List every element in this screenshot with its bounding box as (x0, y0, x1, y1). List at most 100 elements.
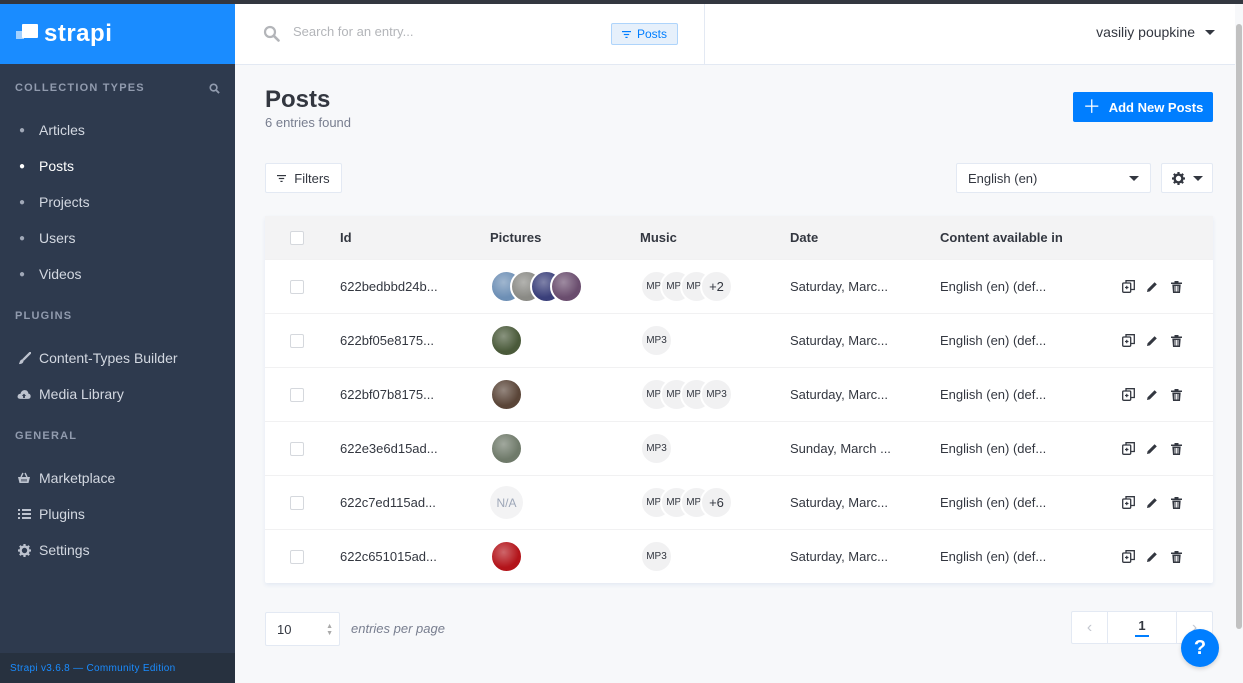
pencil-icon[interactable] (1145, 334, 1159, 348)
add-new-posts-button[interactable]: ＋ Add New Posts (1073, 92, 1213, 122)
row-checkbox[interactable] (290, 549, 304, 564)
bullet-icon: ● (19, 160, 26, 172)
pencil-icon[interactable] (1145, 280, 1159, 294)
gear-icon (15, 543, 33, 557)
section-title: PLUGINS (15, 310, 73, 322)
pencil-icon[interactable] (1145, 496, 1159, 510)
gear-icon (1171, 171, 1185, 185)
duplicate-icon[interactable] (1121, 280, 1135, 294)
paint-brush-icon (15, 351, 33, 365)
picture-thumbnail (490, 432, 523, 465)
table-row[interactable]: 622bedbbd24b... MP3 MP3 MP3 +2 Saturday, Ma… (265, 259, 1213, 313)
pictures-cell: N/A (490, 486, 640, 519)
music-cell: MP3 (640, 540, 790, 573)
entry-locales: English (en) (def... (940, 549, 1047, 564)
search-filter-tag[interactable]: Posts (611, 23, 679, 45)
user-menu[interactable]: vasiliy poupkine (1096, 24, 1215, 40)
column-header-music: Music (640, 230, 677, 245)
music-cell: MP3 MP3 MP3 MP3 (640, 378, 790, 411)
page-size-select[interactable]: 10 ▲ ▼ (265, 612, 340, 646)
brand-name: strapi (44, 20, 113, 47)
entry-id: 622bf05e8175... (340, 333, 434, 348)
sidebar-item-projects[interactable]: ● Projects (0, 184, 235, 220)
pictures-cell (490, 432, 640, 465)
duplicate-icon[interactable] (1121, 442, 1135, 456)
previous-page-button[interactable]: ‹ (1072, 612, 1108, 643)
trash-icon[interactable] (1169, 388, 1183, 402)
trash-icon[interactable] (1169, 550, 1183, 564)
row-checkbox[interactable] (290, 441, 304, 456)
trash-icon[interactable] (1169, 442, 1183, 456)
pencil-icon[interactable] (1145, 442, 1159, 456)
sidebar-item-articles[interactable]: ● Articles (0, 112, 235, 148)
sidebar-section-general: GENERAL Marketplace Plugins Settings (0, 412, 235, 568)
pictures-cell (490, 324, 640, 357)
sidebar-item-settings[interactable]: Settings (0, 532, 235, 568)
brand-logo[interactable]: strapi (0, 4, 235, 64)
select-all-checkbox[interactable] (290, 230, 304, 245)
trash-icon[interactable] (1169, 496, 1183, 510)
picture-thumbnail (490, 540, 523, 573)
version-footer[interactable]: Strapi v3.6.8 — Community Edition (0, 653, 235, 683)
music-cell: MP3 (640, 432, 790, 465)
filters-label: Filters (294, 170, 330, 186)
column-header-id[interactable]: Id (340, 230, 490, 245)
table-row[interactable]: 622e3e6d15ad... MP3 Sunday, March ... En… (265, 421, 1213, 475)
trash-icon[interactable] (1169, 280, 1183, 294)
duplicate-icon[interactable] (1121, 496, 1135, 510)
filters-button[interactable]: Filters (265, 163, 342, 193)
sidebar: strapi COLLECTION TYPES ● Articles ● Posts… (0, 4, 235, 683)
trash-icon[interactable] (1169, 334, 1183, 348)
pencil-icon[interactable] (1145, 550, 1159, 564)
section-title: COLLECTION TYPES (15, 82, 145, 94)
scrollbar-thumb[interactable] (1236, 24, 1242, 629)
sidebar-item-users[interactable]: ● Users (0, 220, 235, 256)
list-icon (15, 508, 33, 520)
search-input[interactable] (293, 24, 593, 39)
table-body: 622bedbbd24b... MP3 MP3 MP3 +2 Saturday, Ma… (265, 259, 1213, 583)
duplicate-icon[interactable] (1121, 334, 1135, 348)
table-row[interactable]: 622bf05e8175... MP3 Saturday, Marc... En… (265, 313, 1213, 367)
search-icon[interactable] (209, 82, 220, 94)
list-settings-button[interactable] (1161, 163, 1213, 193)
row-checkbox[interactable] (290, 387, 304, 402)
section-title: GENERAL (15, 430, 78, 442)
sidebar-item-media-library[interactable]: Media Library (0, 376, 235, 412)
bullet-icon: ● (19, 232, 26, 244)
table-row[interactable]: 622bf07b8175... MP3 MP3 MP3 MP3 Saturday, M… (265, 367, 1213, 421)
sidebar-item-marketplace[interactable]: Marketplace (0, 460, 235, 496)
help-button[interactable]: ? (1181, 629, 1219, 667)
sidebar-item-posts[interactable]: ● Posts (0, 148, 235, 184)
duplicate-icon[interactable] (1121, 550, 1135, 564)
table-row[interactable]: 622c651015ad... MP3 Saturday, Marc... En… (265, 529, 1213, 583)
no-picture-placeholder: N/A (490, 486, 523, 519)
sidebar-item-videos[interactable]: ● Videos (0, 256, 235, 292)
page-scrollbar[interactable] (1235, 4, 1243, 683)
duplicate-icon[interactable] (1121, 388, 1135, 402)
entry-date: Sunday, March ... (790, 441, 891, 456)
music-file-chip: MP3 (640, 324, 673, 357)
column-header-date[interactable]: Date (790, 230, 940, 245)
filter-icon (277, 174, 287, 182)
sidebar-section-plugins: PLUGINS Content-Types Builder Media Libr… (0, 292, 235, 412)
entry-locales: English (en) (def... (940, 333, 1047, 348)
row-checkbox[interactable] (290, 279, 304, 294)
row-checkbox[interactable] (290, 333, 304, 348)
sidebar-item-label: Users (39, 230, 76, 246)
table-row[interactable]: 622c7ed115ad... N/A MP3 MP3 MP3 +6 Saturday… (265, 475, 1213, 529)
music-file-chip: MP3 (640, 432, 673, 465)
sidebar-item-content-types-builder[interactable]: Content-Types Builder (0, 340, 235, 376)
entry-locales: English (en) (def... (940, 495, 1047, 510)
pencil-icon[interactable] (1145, 388, 1159, 402)
music-file-chip: MP3 (700, 378, 733, 411)
cloud-upload-icon (15, 389, 33, 400)
sidebar-item-plugins[interactable]: Plugins (0, 496, 235, 532)
basket-icon (15, 472, 33, 484)
top-header: Posts vasiliy poupkine (235, 4, 1243, 65)
picture-thumbnail (550, 270, 583, 303)
locale-select[interactable]: English (en) (956, 163, 1151, 193)
row-checkbox[interactable] (290, 495, 304, 510)
page-title: Posts (265, 86, 331, 113)
page-number-current[interactable]: 1 (1135, 618, 1149, 637)
music-cell: MP3 (640, 324, 790, 357)
